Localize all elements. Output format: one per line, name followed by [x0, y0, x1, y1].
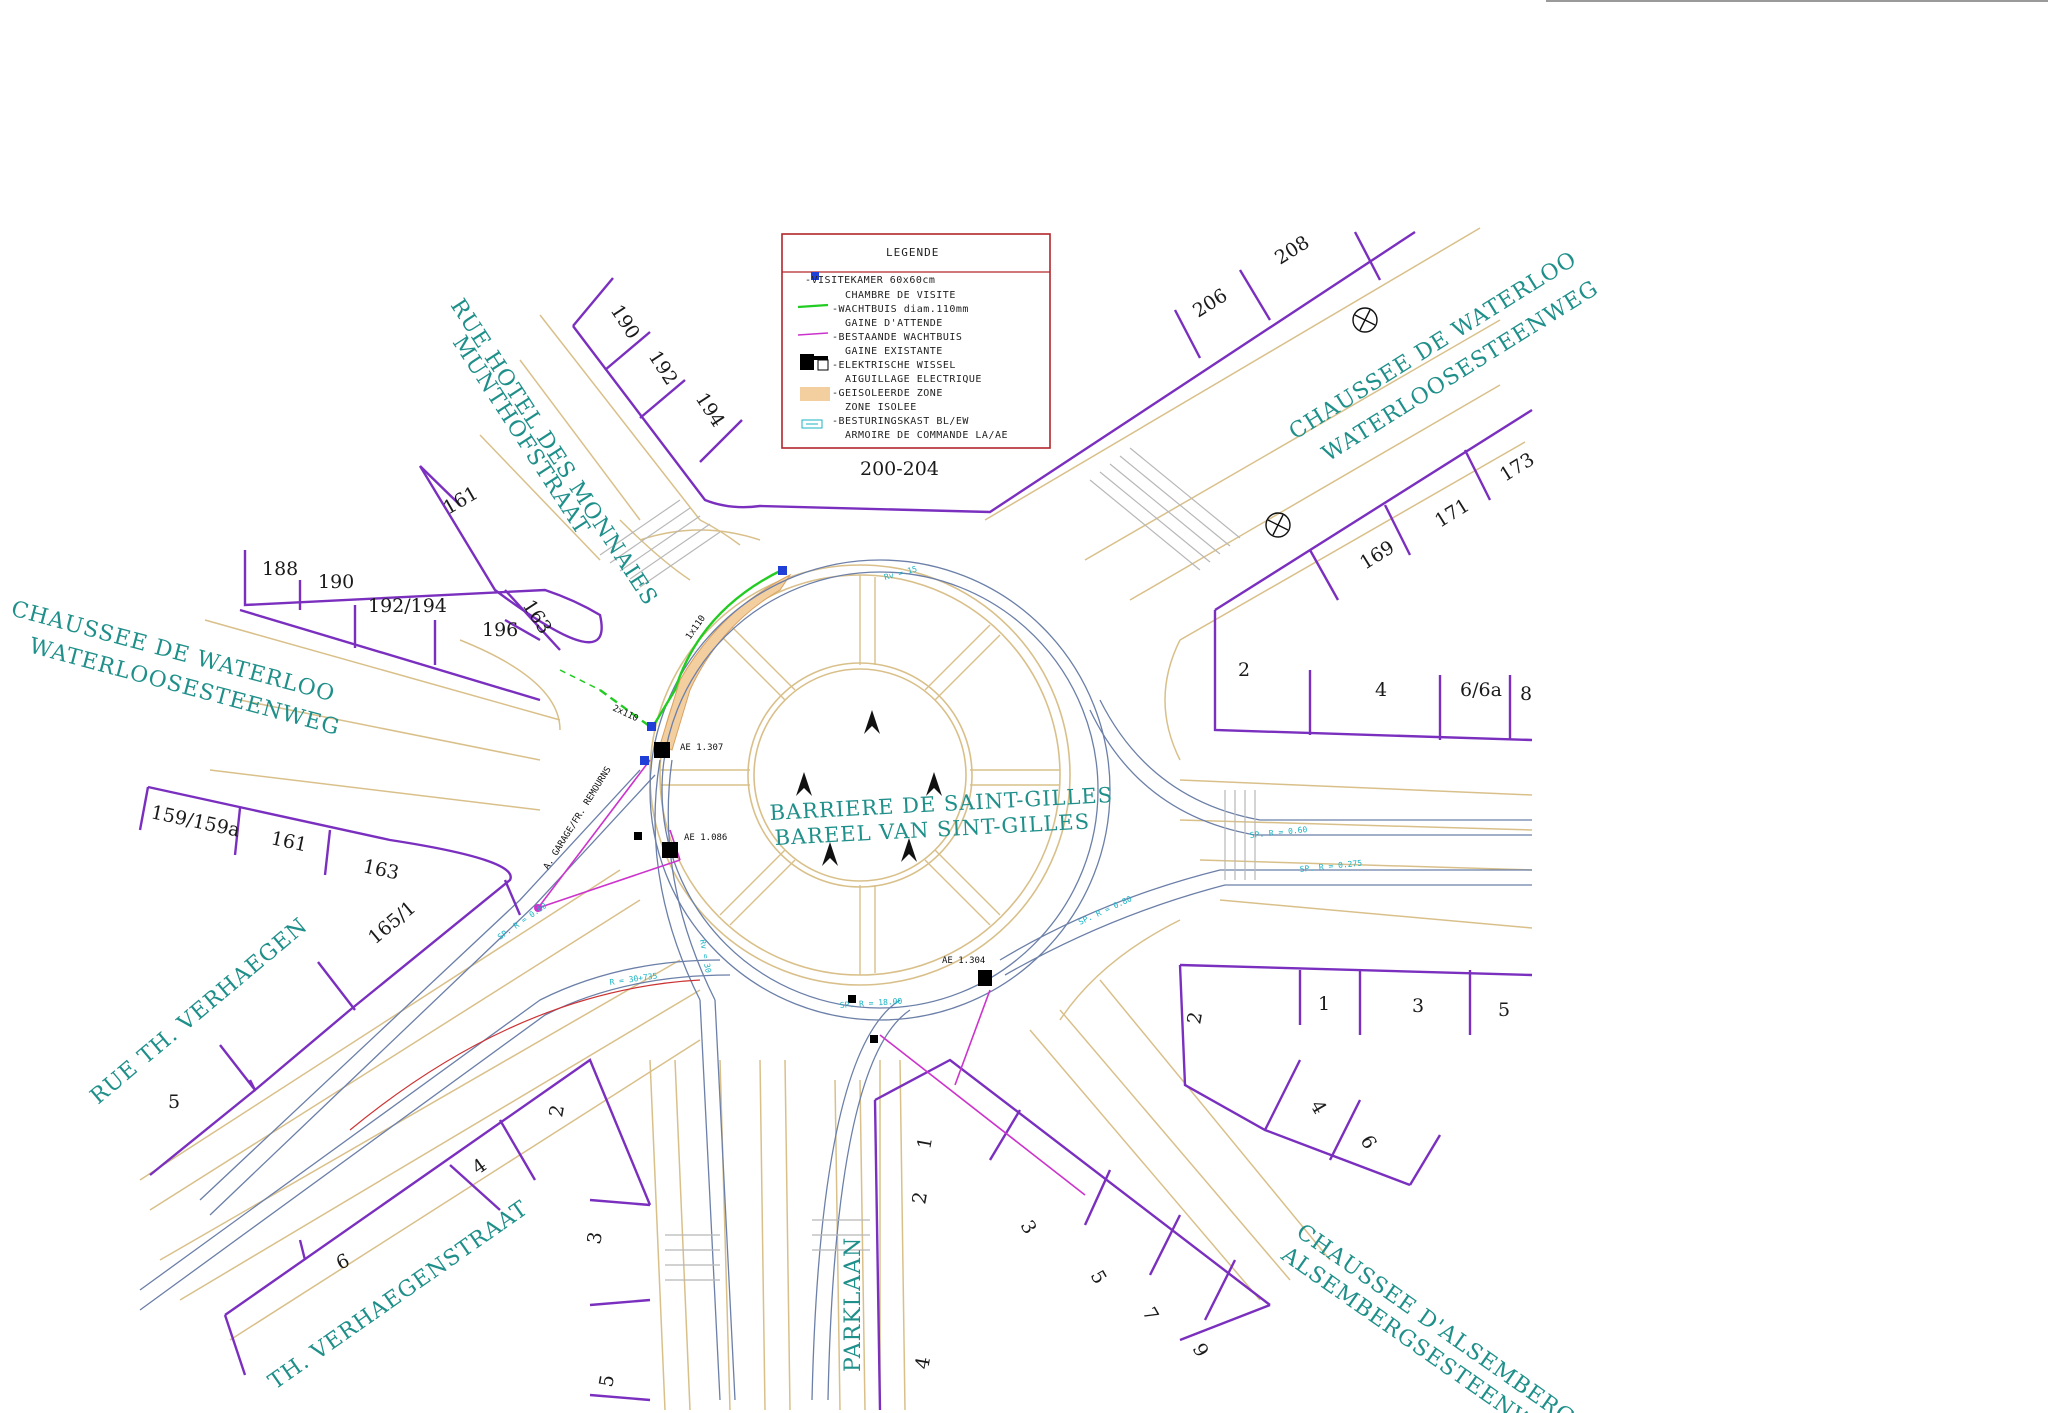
svg-text:5: 5 [1086, 1267, 1111, 1288]
svg-text:8: 8 [1520, 683, 1532, 705]
sp3-label: SP. R = 0.80 [1077, 894, 1133, 927]
legend-2-nl: -WACHTBUIS diam.110mm [832, 304, 969, 315]
street-munt-nl: MUNTHOFSTRAAT [447, 332, 594, 540]
tree-icon [1265, 512, 1291, 538]
svg-text:161: 161 [440, 482, 482, 519]
switch-legend-icon [800, 354, 829, 371]
switch-icon [978, 970, 992, 986]
sp4-label: SP. R = 0.60 [1249, 825, 1308, 840]
svg-text:165/1: 165/1 [364, 897, 420, 949]
svg-text:208: 208 [1271, 231, 1313, 269]
svg-text:2: 2 [908, 1190, 932, 1206]
legend-2-fr: GAINE D'ATTENDE [845, 318, 943, 329]
svg-text:192/194: 192/194 [368, 595, 447, 617]
manhole-icon [640, 756, 649, 765]
ae1086-label: AE 1.086 [684, 833, 727, 843]
street-waterloo-e-nl: WATERLOOSESTEENWEG [1318, 276, 1603, 467]
svg-text:6/6a: 6/6a [1460, 679, 1502, 701]
street-waterloo-e-fr: CHAUSSEE DE WATERLOO [1285, 247, 1582, 445]
svg-text:1: 1 [913, 1135, 937, 1151]
svg-text:6: 6 [333, 1249, 353, 1274]
tan-zone-icon [800, 387, 830, 401]
svg-text:9: 9 [1188, 1340, 1213, 1361]
svg-text:206: 206 [1189, 284, 1231, 322]
svg-text:1: 1 [1318, 993, 1330, 1015]
legend-1-fr: CHAMBRE DE VISITE [845, 290, 956, 301]
street-verhaegen-fr: RUE TH. VERHAEGEN [86, 913, 313, 1109]
switch-icon [634, 832, 642, 840]
legend-6-fr: ARMOIRE DE COMMANDE LA/AE [845, 430, 1008, 441]
ae1307-label: AE 1.307 [680, 743, 723, 753]
manhole-icon [778, 566, 787, 575]
svg-text:5: 5 [1498, 999, 1510, 1021]
svg-text:190: 190 [606, 301, 644, 343]
duct-dashed [559, 669, 601, 691]
svg-text:5: 5 [595, 1373, 619, 1389]
switch-icon [662, 842, 678, 858]
svg-text:169: 169 [1356, 536, 1398, 574]
roundabout-plaza [649, 564, 1071, 986]
red-track-line [349, 979, 701, 1131]
svg-text:196: 196 [482, 619, 518, 641]
street-alsemberg-fr: CHAUSSEE D'ALSEMBERG [1292, 1219, 1580, 1413]
svg-text:161: 161 [269, 827, 309, 856]
switch-icon [654, 742, 670, 758]
svg-text:2: 2 [1238, 659, 1250, 681]
street-parklaan: PARKLAAN [841, 1237, 866, 1372]
svg-text:4: 4 [1306, 1097, 1331, 1118]
ae1304-label: AE 1.304 [942, 956, 985, 966]
switch-icon [870, 1035, 878, 1043]
sp2-label: SP. R = 0.275 [1299, 858, 1362, 874]
svg-text:4: 4 [911, 1355, 935, 1371]
svg-text:7: 7 [1138, 1304, 1163, 1325]
svg-text:200-204: 200-204 [860, 458, 939, 480]
legend-1-nl: -VISITEKAMER 60x60cm [805, 275, 935, 286]
svg-text:190: 190 [318, 571, 354, 593]
manhole-icon [647, 722, 656, 731]
tree-icon [1352, 307, 1378, 333]
palm-icon [788, 772, 820, 796]
legend-4-nl: -ELEKTRISCHE WISSEL [832, 360, 956, 371]
svg-text:4: 4 [1375, 679, 1387, 701]
svg-text:173: 173 [1496, 448, 1538, 486]
svg-text:6: 6 [1356, 1132, 1381, 1153]
legend-5-fr: ZONE ISOLEE [845, 402, 917, 413]
svg-text:3: 3 [1412, 995, 1424, 1017]
legend-3-nl: -BESTAANDE WACHTBUIS [832, 332, 962, 343]
legend-box: LEGENDE -VISITEKAMER 60x60cm CHAMBRE DE … [781, 233, 1051, 449]
legend-3-fr: GAINE EXISTANTE [845, 346, 943, 357]
tram-junction-map: AE 1.307 AE 1.086 AE 1.304 1x110 2x110 A… [8, 0, 2048, 1413]
svg-text:2: 2 [545, 1103, 569, 1119]
svg-text:188: 188 [262, 558, 298, 580]
legend-6-nl: -BESTURINGSKAST BL/EW [832, 416, 969, 427]
svg-text:3: 3 [583, 1230, 607, 1246]
duct-1x110-label: 1x110 [684, 614, 708, 642]
svg-text:2: 2 [1183, 1010, 1207, 1026]
svg-text:3: 3 [1016, 1217, 1041, 1238]
svg-text:194: 194 [691, 389, 729, 431]
legend-5-nl: -GEISOLEERDE ZONE [832, 388, 943, 399]
svg-text:192: 192 [644, 347, 682, 389]
svg-text:159/159a: 159/159a [149, 801, 242, 841]
duct-2x110-label: 2x110 [611, 704, 640, 725]
svg-text:171: 171 [1431, 494, 1473, 532]
legend-4-fr: AIGUILLAGE ELECTRIQUE [845, 374, 982, 385]
palm-icon [856, 710, 888, 734]
svg-text:5: 5 [168, 1091, 180, 1113]
legend-title: LEGENDE [886, 246, 939, 259]
svg-text:163: 163 [361, 855, 401, 884]
